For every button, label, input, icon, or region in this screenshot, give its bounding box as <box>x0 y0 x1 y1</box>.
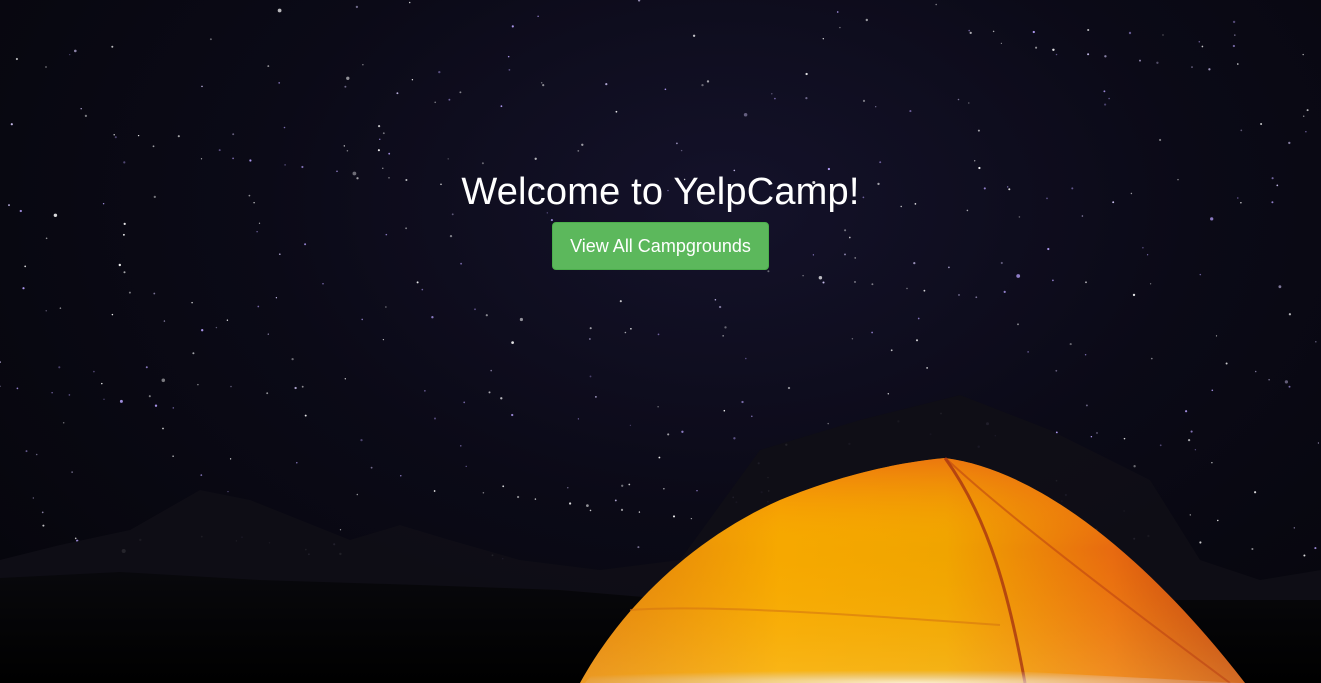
hero-content: Welcome to YelpCamp! View All Campground… <box>0 171 1321 270</box>
view-all-campgrounds-button[interactable]: View All Campgrounds <box>552 222 769 270</box>
page-title: Welcome to YelpCamp! <box>461 171 860 213</box>
landing-hero: Welcome to YelpCamp! View All Campground… <box>0 0 1321 683</box>
tent-scene <box>0 395 1321 683</box>
